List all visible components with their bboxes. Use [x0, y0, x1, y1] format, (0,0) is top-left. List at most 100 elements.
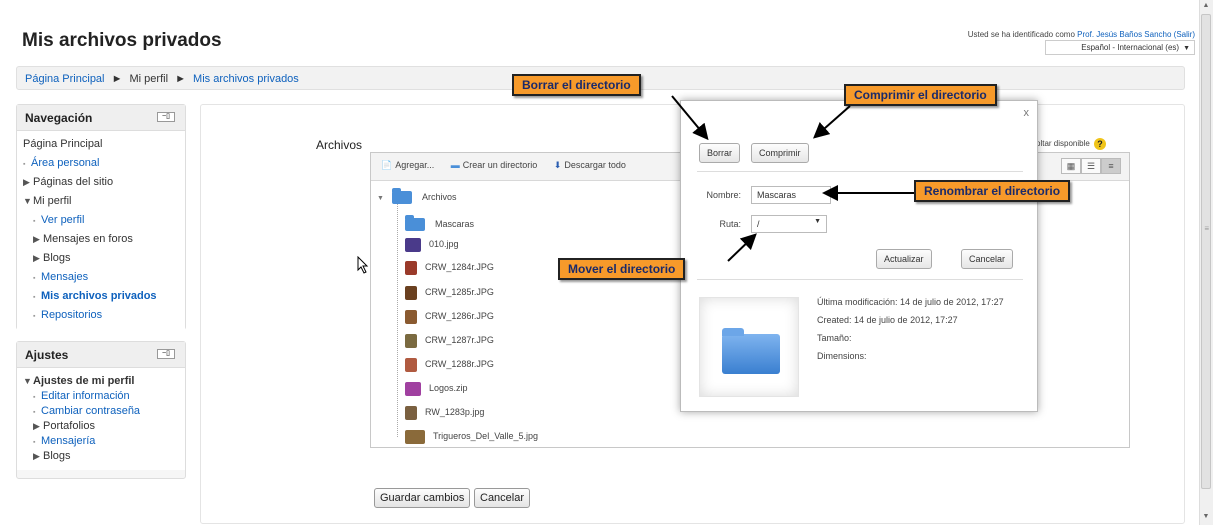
tree-item-label: RW_1283p.jpg [425, 407, 485, 417]
scroll-up-icon[interactable]: ▲ [1201, 2, 1211, 12]
image-thumbnail-icon [405, 429, 425, 444]
tree-item-file[interactable]: CRW_1287r.JPG [405, 330, 494, 350]
expand-arrow-icon: ▼ [377, 195, 384, 202]
collapsed-triangle-icon: ▶ [33, 451, 40, 461]
breadcrumb-private-files[interactable]: Mis archivos privados [193, 73, 299, 85]
tree-item-label: CRW_1288r.JPG [425, 359, 494, 369]
nav-dashboard[interactable]: ▪ Área personal [23, 154, 179, 173]
settings-edit-info-label: Editar información [41, 390, 130, 402]
settings-portfolios-label: Portafolios [43, 420, 95, 432]
tree-item-file[interactable]: CRW_1284r.JPG [405, 257, 494, 277]
nav-forum-posts-label: Mensajes en foros [43, 233, 133, 245]
nav-view-profile-label: Ver perfil [41, 214, 85, 226]
nav-blogs[interactable]: ▶ Blogs [23, 249, 179, 268]
breadcrumb-home[interactable]: Página Principal [25, 73, 105, 85]
settings-edit-info[interactable]: ▪ Editar información [23, 389, 179, 404]
page-title: Mis archivos privados [22, 30, 222, 51]
tree-item-label: CRW_1287r.JPG [425, 335, 494, 345]
settings-messaging[interactable]: ▪ Mensajería [23, 434, 179, 449]
nav-home[interactable]: Página Principal [23, 135, 179, 154]
user-name-link[interactable]: Prof. Jesús Baños Sancho [1077, 30, 1171, 39]
name-input[interactable] [751, 186, 831, 204]
tree-item-file[interactable]: CRW_1286r.JPG [405, 306, 494, 326]
collapsed-triangle-icon: ▶ [33, 234, 40, 244]
nav-repositories[interactable]: ▪ Repositorios [23, 306, 179, 325]
help-icon[interactable]: ? [1094, 138, 1107, 150]
settings-list: ▼Ajustes de mi perfil ▪ Editar informació… [17, 368, 185, 470]
grip-icon: ≡ [1204, 224, 1209, 233]
settings-blogs[interactable]: ▶ Blogs [23, 449, 179, 464]
settings-change-password-label: Cambiar contraseña [41, 405, 141, 417]
mouse-cursor-icon [357, 256, 369, 274]
tree-item-file[interactable]: CRW_1285r.JPG [405, 282, 494, 302]
list-view-icon[interactable]: ☰ [1081, 158, 1101, 174]
tree-item-label: 010.jpg [429, 239, 459, 249]
dock-icon[interactable]: −▯ [157, 112, 175, 122]
delete-button[interactable]: Borrar [699, 143, 741, 163]
created-info: Created: 14 de julio de 2012, 17:27 [817, 315, 958, 325]
folder-icon [391, 188, 412, 205]
settings-profile[interactable]: ▼Ajustes de mi perfil [23, 374, 179, 389]
tree-item-file[interactable]: RW_1283p.jpg [405, 402, 484, 422]
close-icon[interactable]: x [1024, 107, 1030, 119]
callout-move-directory: Mover el directorio [558, 258, 686, 280]
callout-zip-directory: Comprimir el directorio [844, 84, 997, 106]
vertical-scrollbar[interactable]: ▲ ≡ ▼ [1199, 0, 1213, 525]
folder-icon [405, 215, 425, 232]
tree-item-folder[interactable]: Mascaras [405, 214, 474, 234]
bullet-icon: ▪ [33, 294, 36, 301]
breadcrumb-separator-icon: ► [175, 73, 186, 85]
update-button[interactable]: Actualizar [876, 249, 932, 269]
tree-guide-line [397, 203, 398, 437]
nav-private-files[interactable]: ▪ Mis archivos privados [23, 287, 179, 306]
image-thumbnail-icon [405, 309, 417, 324]
tree-item-file[interactable]: Trigueros_Del_Valle_5.jpg [405, 426, 538, 446]
download-all-button[interactable]: ⬇ Descargar todo [554, 160, 626, 171]
language-select[interactable]: Español - Internacional (es) ▼ [1045, 40, 1195, 55]
breadcrumb-separator-icon: ► [111, 73, 123, 85]
image-thumbnail-icon [405, 333, 417, 348]
nav-site-pages-label: Páginas del sitio [33, 176, 114, 188]
image-thumbnail-icon [405, 405, 417, 420]
modified-info: Última modificación: 14 de julio de 2012… [817, 297, 1004, 307]
download-arrow-icon: ⬇ [553, 160, 562, 170]
new-folder-icon: ▬ [450, 160, 460, 170]
settings-title: Ajustes [25, 348, 69, 362]
dock-icon[interactable]: −▯ [157, 349, 175, 359]
settings-portfolios[interactable]: ▶ Portafolios [23, 419, 179, 434]
nav-site-pages[interactable]: ▶ Páginas del sitio [23, 173, 179, 192]
scroll-down-icon[interactable]: ▼ [1201, 513, 1211, 523]
nav-messages-label: Mensajes [41, 271, 89, 283]
save-changes-button[interactable]: Guardar cambios [374, 488, 471, 508]
icons-view-icon[interactable]: ▦ [1061, 158, 1081, 174]
nav-my-profile[interactable]: ▼Mi perfil [23, 192, 179, 211]
nav-forum-posts[interactable]: ▶ Mensajes en foros [23, 230, 179, 249]
nav-view-profile[interactable]: ▪ Ver perfil [23, 211, 179, 230]
add-file-button[interactable]: 📄 Agregar... [381, 160, 434, 171]
view-toggle: ▦ ☰ ≡ [1061, 158, 1121, 174]
tree-item-file[interactable]: CRW_1288r.JPG [405, 354, 494, 374]
tree-root[interactable]: ▼ Archivos [377, 187, 456, 207]
tree-view-icon[interactable]: ≡ [1101, 158, 1121, 174]
tree-item-file[interactable]: Logos.zip [405, 378, 468, 398]
collapsed-triangle-icon: ▶ [23, 177, 30, 187]
login-prefix: Usted se ha identificado como [967, 30, 1075, 39]
nav-messages[interactable]: ▪ Mensajes [23, 268, 179, 287]
folder-icon [722, 328, 780, 374]
cancel-dialog-button[interactable]: Cancelar [961, 249, 1014, 269]
collapsed-triangle-icon: ▶ [33, 421, 40, 431]
tree-item-file[interactable]: 010.jpg [405, 234, 459, 254]
nav-my-profile-label: Mi perfil [33, 195, 72, 207]
download-all-label: Descargar todo [564, 160, 626, 170]
cancel-button[interactable]: Cancelar [474, 488, 531, 508]
divider [697, 279, 1023, 280]
zip-button[interactable]: Comprimir [751, 143, 809, 163]
path-select[interactable]: / ▼ [751, 215, 827, 233]
image-thumbnail-icon [405, 285, 417, 300]
logout-link[interactable]: (Salir) [1174, 30, 1195, 39]
settings-change-password[interactable]: ▪ Cambiar contraseña [23, 404, 179, 419]
create-directory-button[interactable]: ▬ Crear un directorio [451, 160, 538, 170]
breadcrumb-profile[interactable]: Mi perfil [130, 73, 169, 85]
callout-delete-directory: Borrar el directorio [512, 74, 641, 96]
scrollbar-thumb[interactable] [1201, 14, 1211, 489]
